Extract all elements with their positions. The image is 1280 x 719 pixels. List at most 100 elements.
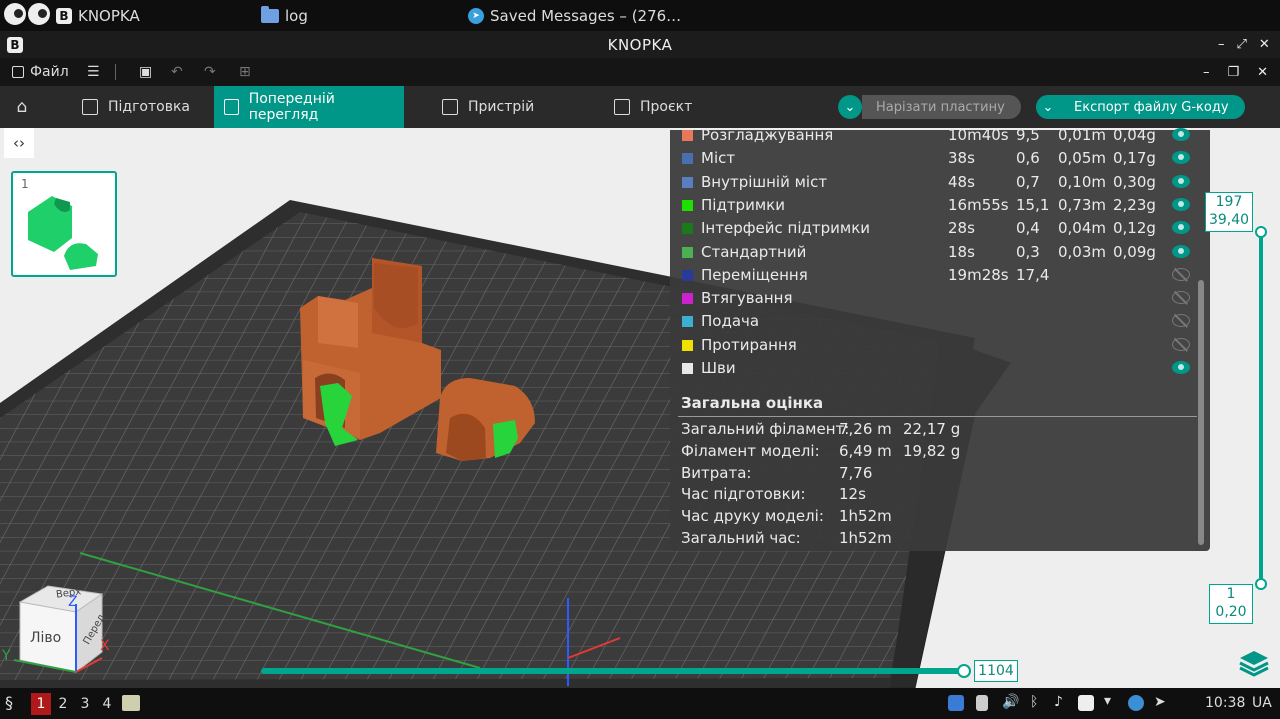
home-button[interactable]: ⌂	[2, 86, 42, 128]
summary-v1: 7,26 m	[839, 420, 892, 438]
task-log[interactable]: log	[261, 0, 308, 31]
stats-scrollbar[interactable]	[1198, 280, 1204, 545]
eye-icon[interactable]	[1172, 361, 1190, 374]
chevron-down-icon[interactable]: ⌄	[838, 95, 862, 119]
redo-icon[interactable]: ↷	[204, 58, 216, 86]
tab-label: Попередній перегляд	[248, 91, 335, 123]
xeyes-icon	[4, 3, 50, 25]
workspace-3[interactable]: 3	[75, 693, 95, 715]
eye-off-icon[interactable]	[1172, 267, 1190, 281]
eye-off-icon[interactable]	[1172, 314, 1190, 328]
bluetooth-icon[interactable]: ᛒ	[1030, 694, 1038, 710]
tab-label: Пристрій	[468, 99, 535, 115]
eye-off-icon[interactable]	[1172, 291, 1190, 305]
display-icon[interactable]	[948, 695, 964, 711]
feature-weight: 0,04g	[1113, 128, 1156, 144]
summary-row: Час підготовки: 12s	[681, 485, 1201, 507]
tab-preview[interactable]: Попередній перегляд	[214, 86, 404, 128]
tab-project[interactable]: Проєкт	[604, 86, 708, 128]
eye-icon[interactable]	[1172, 128, 1190, 141]
feature-pct: 9,5	[1016, 128, 1040, 144]
eye-off-icon[interactable]	[1172, 337, 1190, 351]
eye-icon[interactable]	[1172, 221, 1190, 235]
keyboard-layout[interactable]: UA	[1252, 695, 1272, 711]
sidebar-toggle-button[interactable]: ‹›	[4, 128, 34, 158]
axis-z-label: Z	[68, 594, 78, 610]
plate-thumbnail[interactable]: 1	[11, 171, 117, 277]
layer-bottom-handle[interactable]	[1255, 578, 1267, 590]
eye-icon[interactable]	[1172, 197, 1190, 211]
top-layer-height: 39,40	[1208, 212, 1250, 228]
grid-icon[interactable]: ⊞	[239, 58, 251, 86]
summary-v1: 7,76	[839, 463, 873, 482]
folder-icon[interactable]	[122, 695, 140, 711]
move-slider-value: 1104	[974, 660, 1018, 682]
move-slider-handle[interactable]	[957, 664, 971, 678]
menu-swirl-icon[interactable]: §	[5, 693, 13, 712]
summary-v1: 1h52m	[839, 529, 892, 547]
clipboard-icon[interactable]	[976, 695, 988, 711]
color-swatch	[682, 223, 693, 235]
workspace-1[interactable]: 1	[31, 693, 51, 715]
feature-weight: 0,30g	[1113, 172, 1156, 191]
tab-prepare[interactable]: Підготовка	[72, 86, 200, 128]
feature-name: Інтерфейс підтримки	[701, 219, 871, 238]
bell-icon[interactable]: ♪	[1054, 694, 1063, 710]
eye-icon[interactable]	[1172, 174, 1190, 188]
chevron-down-icon[interactable]: ⌄	[1036, 95, 1060, 119]
undo-icon[interactable]: ↶	[171, 58, 183, 86]
tab-device[interactable]: Пристрій	[432, 86, 550, 128]
view-cube[interactable]: Верх Ліво Перед Z X Y	[2, 580, 112, 680]
network-icon[interactable]	[1128, 695, 1144, 711]
eye-icon[interactable]	[1172, 151, 1190, 165]
layer-top-handle[interactable]	[1255, 226, 1267, 238]
layers-icon[interactable]	[1237, 646, 1271, 680]
close-icon[interactable]: ✕	[1259, 37, 1270, 52]
save-icon[interactable]: ▣	[139, 58, 152, 86]
summary-label: Загальний час:	[681, 529, 801, 547]
feature-weight: 0,17g	[1113, 149, 1156, 168]
device-icon	[442, 99, 458, 115]
feature-row: Подача	[670, 310, 1210, 333]
window-titlebar: B KNOPKA – ⤢ ✕	[0, 31, 1280, 58]
axis-y-label: Y	[2, 648, 11, 664]
view-cube-left[interactable]: Ліво	[30, 630, 61, 646]
clock[interactable]: 10:38	[1205, 695, 1245, 711]
minimize-icon[interactable]: –	[1203, 65, 1210, 80]
feature-weight: 0,09g	[1113, 242, 1156, 261]
color-swatch	[682, 199, 693, 211]
slice-plate-button[interactable]: ⌄ Нарізати пластину	[838, 95, 1021, 119]
volume-icon[interactable]: 🔊	[1002, 694, 1019, 710]
maximize-icon[interactable]: ⤢	[1237, 37, 1247, 52]
feature-len: 0,73m	[1058, 195, 1107, 214]
feature-row: Протирання	[670, 334, 1210, 357]
task-knopka[interactable]: B KNOPKA	[56, 0, 140, 31]
feature-row: Втягування	[670, 287, 1210, 310]
wifi-icon[interactable]: ▾	[1104, 693, 1111, 709]
summary-row: Філамент моделі: 6,49 m 19,82 g	[681, 442, 1201, 464]
workspace-2[interactable]: 2	[53, 693, 73, 715]
close-icon[interactable]: ✕	[1257, 65, 1268, 80]
feature-row: Інтерфейс підтримки 28s 0,4 0,04m 0,12g	[670, 217, 1210, 240]
eye-icon[interactable]	[1172, 244, 1190, 258]
task-telegram[interactable]: ➤ Saved Messages – (276…	[468, 0, 681, 31]
tab-label: Підготовка	[107, 99, 190, 115]
gcode-move-slider[interactable]	[261, 668, 964, 674]
3d-viewport[interactable]: ‹› 1 Розгладжування 10m40s 9,5 0,01m 0,04g Мі…	[0, 128, 1280, 688]
file-menu[interactable]: Файл	[12, 58, 69, 86]
feature-name: Розгладжування	[701, 128, 834, 144]
feature-row: Шви	[670, 357, 1210, 380]
restore-icon[interactable]: ❐	[1228, 65, 1240, 80]
summary-v2: 19,82 g	[903, 441, 961, 460]
notes-icon[interactable]	[1078, 695, 1094, 711]
layer-range-slider[interactable]	[1259, 234, 1263, 584]
export-gcode-button[interactable]: ⌄ Експорт файлу G-коду	[1036, 95, 1245, 119]
minimize-icon[interactable]: –	[1218, 37, 1225, 52]
feature-name: Переміщення	[701, 265, 808, 284]
layer-bottom-label: 1 0,20	[1209, 584, 1253, 624]
workspace-4[interactable]: 4	[97, 693, 117, 715]
menu-icon[interactable]: ☰	[87, 58, 100, 86]
feature-time: 10m40s	[948, 128, 1009, 144]
telegram-tray-icon[interactable]: ➤	[1154, 694, 1166, 710]
summary-label: Загальний філамент:	[681, 420, 850, 438]
